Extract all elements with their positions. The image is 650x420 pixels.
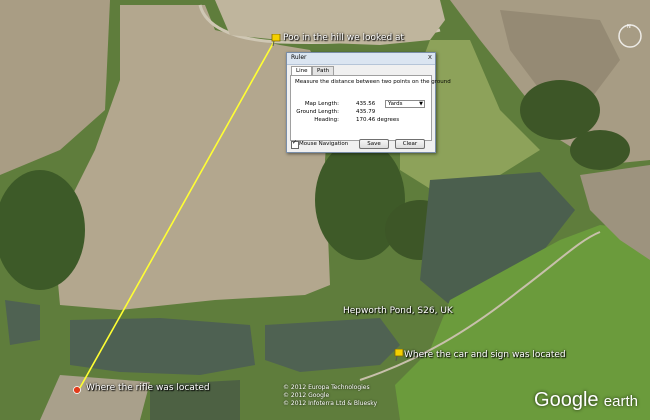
chevron-down-icon: ▼ — [419, 101, 423, 107]
rifle-marker-icon[interactable] — [72, 385, 82, 397]
ruler-description: Measure the distance between two points … — [295, 79, 451, 85]
placemark-hill-label[interactable]: Poo in the hill we looked at — [283, 33, 404, 43]
ground-length-value: 435.79 — [356, 109, 376, 115]
compass-icon[interactable]: N — [616, 22, 644, 50]
map-length-value: 435.56 — [356, 101, 376, 107]
mouse-navigation-label: Mouse Navigation — [299, 141, 349, 147]
svg-text:N: N — [627, 24, 631, 30]
pond-lower-left — [70, 318, 255, 375]
google-earth-logo: Google earth — [534, 389, 638, 411]
earth-view[interactable]: Poo in the hill we looked at Where the r… — [0, 0, 650, 420]
pushpin-icon[interactable] — [394, 349, 404, 361]
ruler-panel: Measure the distance between two points … — [290, 75, 451, 141]
close-icon[interactable]: x — [428, 53, 432, 61]
copyright-text: © 2012 Europa Technologies © 2012 Google… — [283, 384, 378, 407]
ruler-dialog[interactable]: Ruler x Line Path Measure the distance b… — [286, 52, 451, 153]
tab-path[interactable]: Path — [312, 66, 335, 75]
ruler-titlebar[interactable]: Ruler x — [287, 53, 435, 65]
unit-select[interactable]: Yards ▼ — [385, 100, 425, 108]
mouse-navigation-checkbox[interactable] — [291, 139, 299, 149]
placemark-car-label[interactable]: Where the car and sign was located — [404, 350, 566, 360]
pushpin-icon[interactable] — [271, 34, 281, 46]
map-length-label: Map Length: — [304, 101, 339, 107]
pond-label[interactable]: Hepworth Pond, S26, UK — [343, 306, 453, 316]
ruler-title: Ruler — [291, 54, 307, 61]
pond-lower-mid — [265, 318, 400, 372]
placemark-rifle-label[interactable]: Where the rifle was located — [86, 383, 210, 393]
clear-button[interactable]: Clear — [395, 139, 425, 149]
heading-label: Heading: — [314, 117, 339, 123]
ground-length-label: Ground Length: — [296, 109, 339, 115]
heading-value: 170.46 degrees — [356, 117, 400, 123]
save-button[interactable]: Save — [359, 139, 389, 149]
